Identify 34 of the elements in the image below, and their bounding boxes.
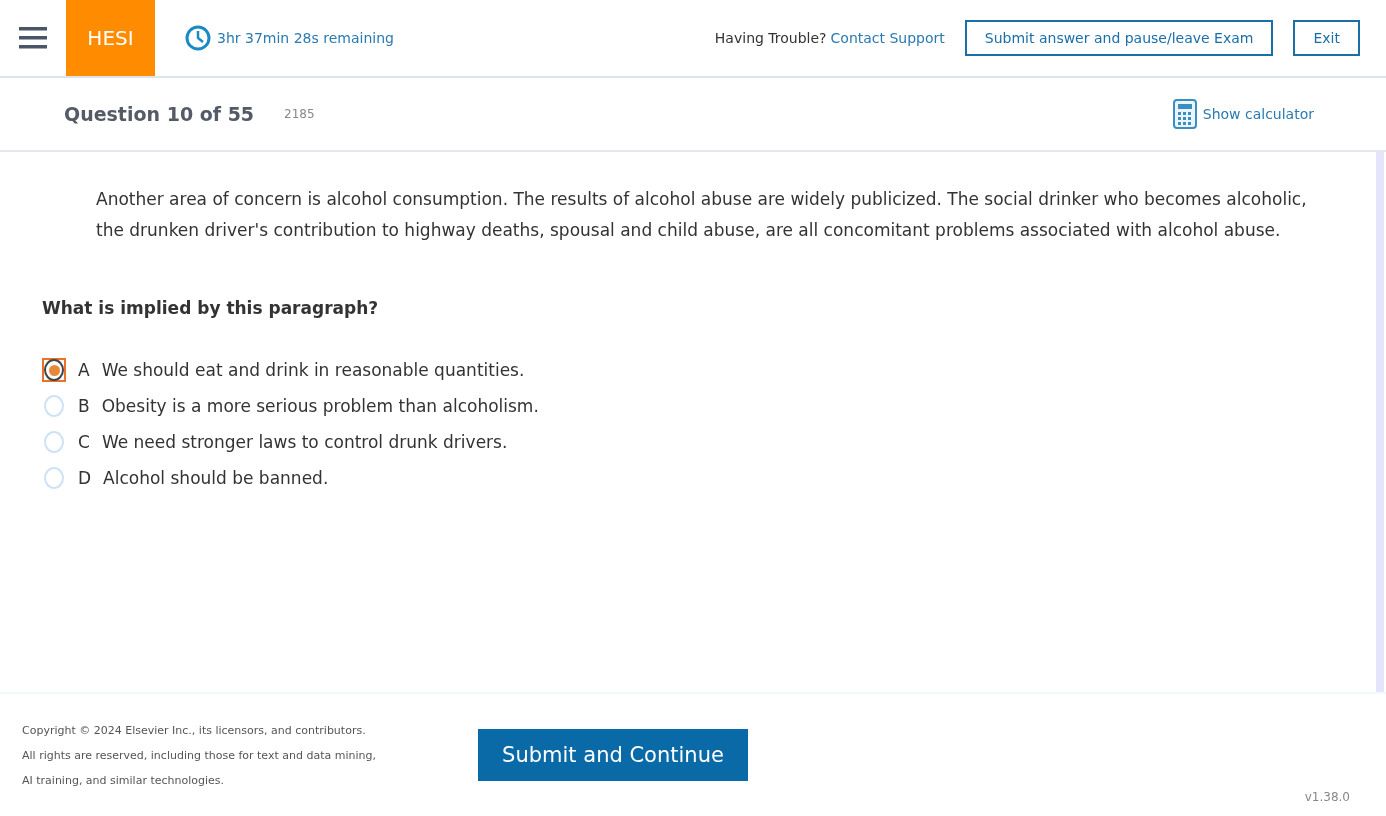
option-text: Alcohol should be banned. (103, 468, 329, 488)
scrollbar[interactable] (1376, 152, 1384, 692)
option-letter: D (78, 468, 92, 488)
version-label: v1.38.0 (1304, 790, 1350, 804)
answer-option[interactable]: D Alcohol should be banned. (42, 466, 1336, 490)
exit-button[interactable]: Exit (1293, 20, 1360, 56)
option-text: We should eat and drink in reasonable quantities. (101, 360, 525, 380)
option-letter: A (78, 360, 90, 380)
question-number: Question 10 of 55 (64, 103, 255, 125)
radio-button[interactable] (42, 466, 66, 490)
option-text: We need stronger laws to control drunk drivers. (101, 432, 508, 452)
calculator-icon (1172, 99, 1197, 129)
help-text: Having Trouble? (714, 30, 827, 46)
copyright-text: Copyright © 2024 Elsevier Inc., its licensors, and contributors. All rights are reserved, including those for text and data mining, AI training, and similar technologies. (22, 722, 377, 789)
answer-option[interactable]: A We should eat and drink in reasonable quantities. (42, 358, 1336, 382)
option-letter: B (78, 396, 90, 416)
answer-option[interactable]: B Obesity is a more serious problem than alcoholism. (42, 394, 1336, 418)
logo: HESI (66, 0, 155, 76)
radio-button[interactable] (42, 358, 66, 382)
pause-exam-button[interactable]: Submit answer and pause/leave Exam (964, 20, 1274, 56)
submit-continue-button[interactable]: Submit and Continue (478, 729, 748, 781)
question-prompt: What is implied by this paragraph? (42, 298, 380, 318)
passage: Another area of concern is alcohol consumption. The results of alcohol abuse are widely publicized. The social drinker who becomes alcoholic, the drunken driver's contribution to highway deaths, spousal and child abuse, are all concomitant problems associated with alcohol abuse. (96, 188, 1308, 242)
show-calculator-link[interactable]: Show calculator (1172, 99, 1314, 129)
time-remaining: 3hr 37min 28s remaining (217, 30, 394, 46)
contact-support-link[interactable]: Contact Support (830, 30, 945, 46)
radio-button[interactable] (42, 430, 66, 454)
answer-option[interactable]: C We need stronger laws to control drunk drivers. (42, 430, 1336, 454)
option-text: Obesity is a more serious problem than alcoholism. (101, 396, 539, 416)
clock-icon (185, 25, 211, 51)
menu-icon (19, 27, 47, 49)
question-code: 2185 (284, 107, 315, 121)
option-letter: C (78, 432, 90, 452)
radio-button[interactable] (42, 394, 66, 418)
